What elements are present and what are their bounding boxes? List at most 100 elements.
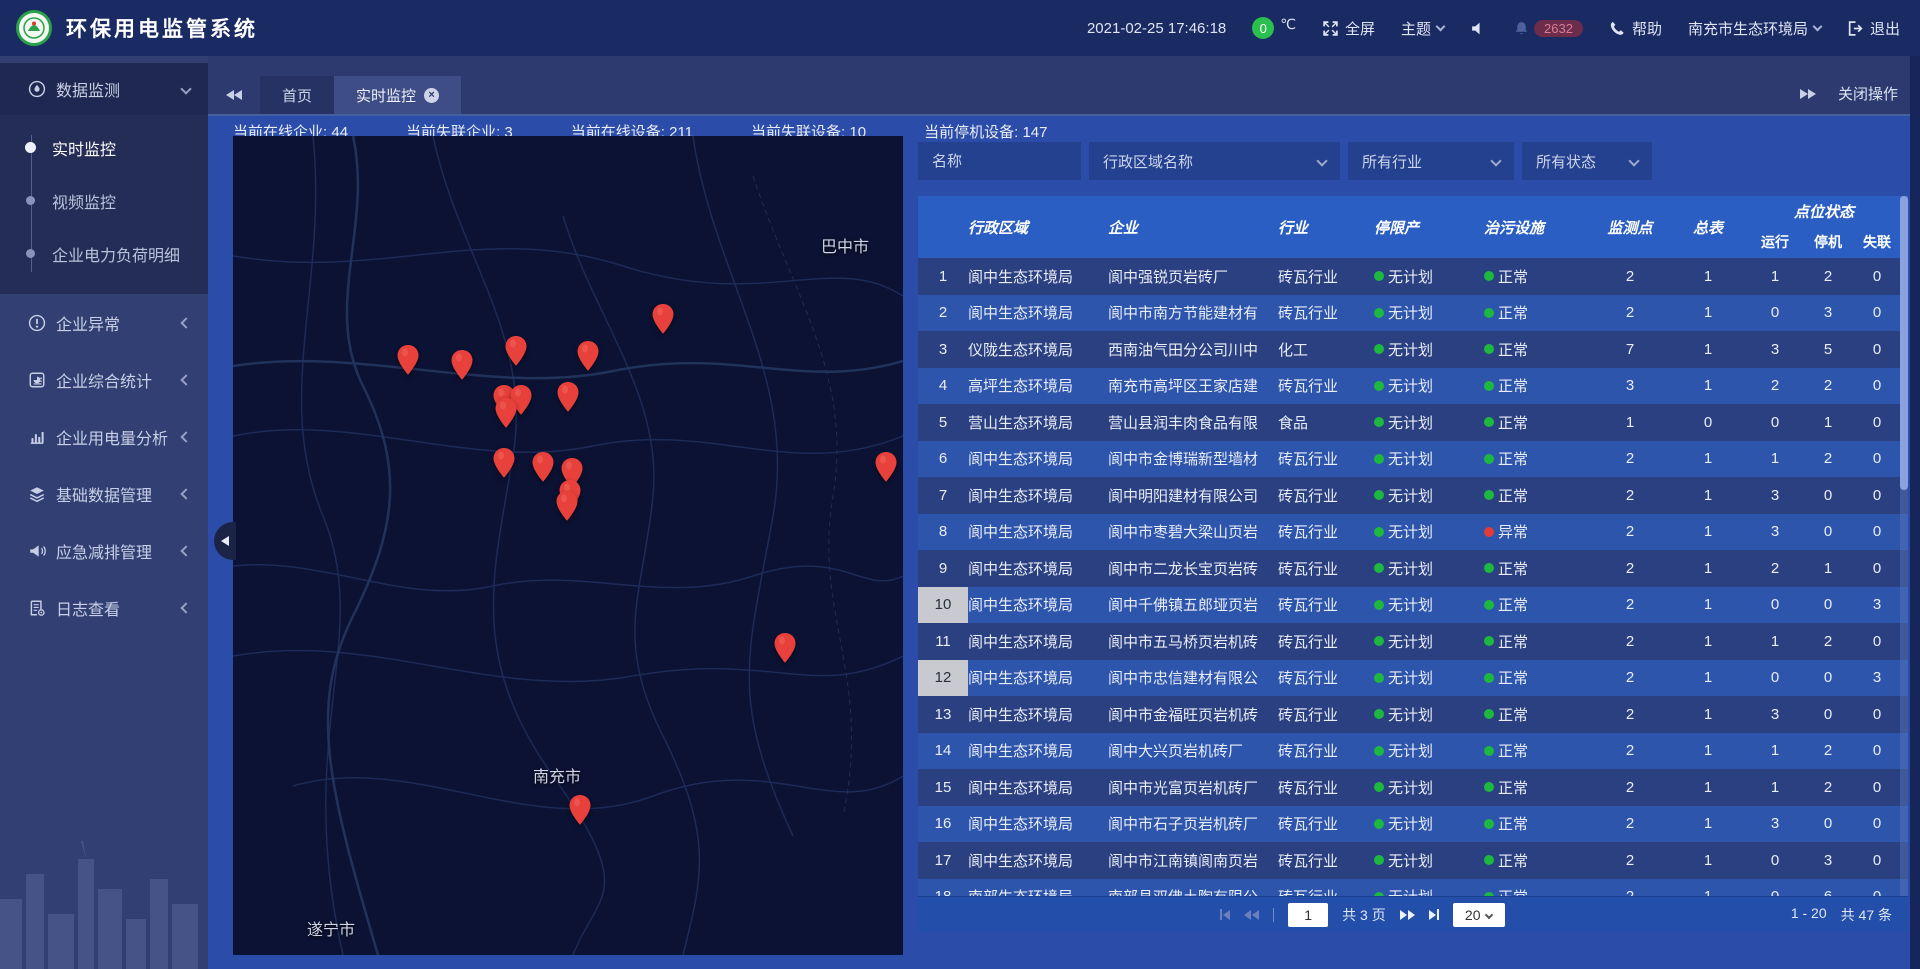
cell-industry: 砖瓦行业 [1278,514,1374,551]
megaphone-icon [28,542,46,560]
notifications-button[interactable]: 2632 [1513,20,1583,37]
cell-facility-status: 正常 [1484,733,1592,770]
table-row[interactable]: 15阆中生态环境局阆中市光富页岩机砖厂砖瓦行业无计划正常21120 [918,769,1908,806]
close-icon[interactable]: × [424,88,439,103]
logout-button[interactable]: 退出 [1847,18,1900,39]
name-search-input[interactable] [918,142,1081,180]
first-page-button[interactable] [1220,909,1230,920]
map-pin[interactable] [494,397,518,429]
cell-total-meters: 1 [1668,331,1748,368]
sidebar-item-power-load-detail[interactable]: 企业电力负荷明细 [0,227,208,280]
sidebar-item-video-monitor[interactable]: 视频监控 [0,174,208,227]
table-row[interactable]: 1阆中生态环境局阆中强锐页岩砖厂砖瓦行业无计划正常21120 [918,258,1908,295]
map-pin[interactable] [492,447,516,479]
chevron-left-icon [180,545,191,556]
table-row[interactable]: 8阆中生态环境局阆中市枣碧大梁山页岩砖瓦行业无计划异常21300 [918,514,1908,551]
map-pin[interactable] [531,451,555,483]
cell-stopped-count: 2 [1802,733,1854,770]
tabs-scroll-left-button[interactable] [208,76,260,114]
map-pin[interactable] [651,303,675,335]
table-row[interactable]: 11阆中生态环境局阆中市五马桥页岩机砖砖瓦行业无计划正常21120 [918,623,1908,660]
cell-monitor-points: 2 [1592,477,1668,514]
sidebar-collapse-handle[interactable] [214,522,236,560]
bell-icon [1513,20,1530,37]
close-operations-button[interactable]: 关闭操作 [1838,83,1898,104]
app-root: 环保用电监管系统 2021-02-25 17:46:18 0 ℃ 全屏 主题 [0,0,1920,969]
table-row[interactable]: 10阆中生态环境局阆中千佛镇五郎垭页岩砖瓦行业无计划正常21003 [918,587,1908,624]
table-row[interactable]: 13阆中生态环境局阆中市金福旺页岩机砖砖瓦行业无计划正常21300 [918,696,1908,733]
table-row[interactable]: 18南部生态环境局南部县双佛土陶有限公砖瓦行业无计划正常21060 [918,879,1908,897]
sidebar-item-base-data[interactable]: 基础数据管理 [0,465,208,522]
sound-button[interactable] [1470,20,1487,37]
column-header-run: 运行 [1748,226,1802,258]
page-size-select[interactable]: 20 [1453,903,1505,927]
double-right-arrow-icon [1800,89,1808,99]
table-row[interactable]: 7阆中生态环境局阆中明阳建材有限公司砖瓦行业无计划正常21300 [918,477,1908,514]
sidebar-item-company-statistics[interactable]: 企业综合统计 [0,351,208,408]
map-pin[interactable] [450,349,474,381]
sidebar-item-emergency-reduction[interactable]: 应急减排管理 [0,522,208,579]
cell-running-count: 3 [1748,477,1802,514]
map-pin[interactable] [396,344,420,376]
cell-stopped-count: 1 [1802,550,1854,587]
page-scrollbar-track[interactable] [1910,56,1920,969]
map-pin[interactable] [576,340,600,372]
table-row[interactable]: 4高坪生态环境局南充市高坪区王家店建砖瓦行业无计划正常31220 [918,368,1908,405]
temperature-unit: ℃ [1280,16,1296,33]
map-pin[interactable] [556,381,580,413]
status-dot-icon [1484,746,1494,756]
sidebar-item-power-analysis[interactable]: 企业用电量分析 [0,408,208,465]
fullscreen-button[interactable]: 全屏 [1322,18,1375,39]
cell-stopped-count: 0 [1802,806,1854,843]
cell-region: 阆中生态环境局 [968,660,1108,697]
cell-row-number: 10 [918,587,968,624]
status-select[interactable]: 所有状态 [1522,142,1652,180]
table-row[interactable]: 9阆中生态环境局阆中市二龙长宝页岩砖砖瓦行业无计划正常21210 [918,550,1908,587]
industry-select[interactable]: 所有行业 [1348,142,1514,180]
skyline-decoration [0,819,208,969]
chevron-left-icon [180,602,191,613]
sidebar-item-company-abnormal[interactable]: 企业异常 [0,294,208,351]
monitor-icon [28,80,46,98]
sidebar-item-data-monitor[interactable]: 数据监测 [0,63,208,115]
table-row[interactable]: 17阆中生态环境局阆中市江南镇阆南页岩砖瓦行业无计划正常21030 [918,842,1908,879]
cell-total-meters: 1 [1668,441,1748,478]
theme-menu[interactable]: 主题 [1401,18,1444,39]
table-row[interactable]: 14阆中生态环境局阆中大兴页岩机砖厂砖瓦行业无计划正常21120 [918,733,1908,770]
map-pin[interactable] [773,632,797,664]
table-row[interactable]: 12阆中生态环境局阆中市忠信建材有限公砖瓦行业无计划正常21003 [918,660,1908,697]
chevron-down-icon [1485,910,1493,918]
cell-region: 南部生态环境局 [968,879,1108,897]
sidebar-menu: 企业异常 企业综合统计 企业用电量分析 [0,294,208,636]
table-row[interactable]: 3仪陇生态环境局西南油气田分公司川中化工无计划正常71350 [918,331,1908,368]
sidebar-item-realtime-monitor[interactable]: 实时监控 [0,121,208,174]
map-panel[interactable]: 巴中市南充市遂宁市 [233,136,903,955]
tab-home[interactable]: 首页 [260,76,334,114]
cell-lost-count: 0 [1854,842,1900,879]
sidebar-item-log-view[interactable]: 日志查看 [0,579,208,636]
table-row[interactable]: 5营山生态环境局营山县润丰肉食品有限食品无计划正常10010 [918,404,1908,441]
map-pin[interactable] [874,451,898,483]
help-button[interactable]: 帮助 [1609,18,1662,39]
tabs-scroll-right-button[interactable] [1800,89,1816,99]
map-pin[interactable] [504,335,528,367]
map-pin[interactable] [568,794,592,826]
org-menu[interactable]: 南充市生态环境局 [1688,18,1821,39]
cell-row-number: 9 [918,550,968,587]
cell-company: 阆中市江南镇阆南页岩 [1108,842,1278,879]
map-pin[interactable] [555,490,579,522]
page-number-input[interactable] [1288,903,1328,927]
region-select[interactable]: 行政区域名称 [1089,142,1340,180]
next-page-button[interactable] [1400,910,1415,920]
table-scrollbar[interactable] [1900,196,1908,896]
table-row[interactable]: 2阆中生态环境局阆中市南方节能建材有砖瓦行业无计划正常21030 [918,295,1908,332]
cell-company: 阆中大兴页岩机砖厂 [1108,733,1278,770]
prev-page-button[interactable] [1244,910,1259,920]
cell-row-number: 16 [918,806,968,843]
status-dot-icon [1374,746,1384,756]
tab-realtime-monitor[interactable]: 实时监控 × [334,76,461,114]
cell-industry: 砖瓦行业 [1278,806,1374,843]
table-row[interactable]: 16阆中生态环境局阆中市石子页岩机砖厂砖瓦行业无计划正常21300 [918,806,1908,843]
last-page-button[interactable] [1429,909,1439,920]
table-row[interactable]: 6阆中生态环境局阆中市金博瑞新型墙材砖瓦行业无计划正常21120 [918,441,1908,478]
